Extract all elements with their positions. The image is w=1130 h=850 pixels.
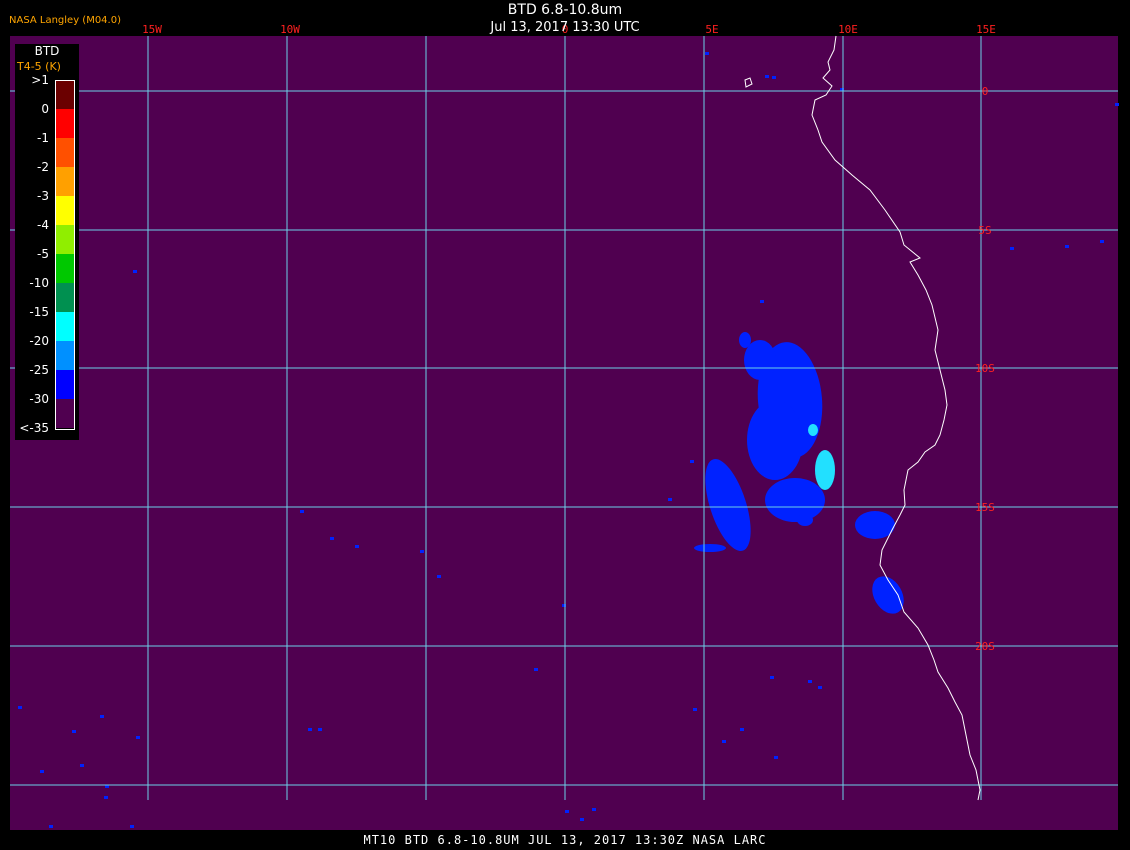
cloud-speck bbox=[80, 764, 84, 767]
legend-label: -5 bbox=[37, 247, 49, 261]
cloud-speck bbox=[740, 728, 744, 731]
legend-label: >1 bbox=[31, 73, 49, 87]
legend-label: -1 bbox=[37, 131, 49, 145]
cloud-speck bbox=[765, 75, 769, 78]
cloud-speck bbox=[437, 575, 441, 578]
cloud-speck bbox=[130, 825, 134, 828]
chart-title: BTD 6.8-10.8um bbox=[507, 2, 623, 18]
legend-label: -10 bbox=[29, 276, 49, 290]
cloud-area bbox=[747, 400, 803, 480]
cloud-speck bbox=[722, 740, 726, 743]
cloud-speck bbox=[355, 545, 359, 548]
legend-label: 0 bbox=[41, 102, 49, 116]
cloud-area bbox=[815, 450, 835, 490]
cloud-area bbox=[739, 332, 751, 348]
cloud-speck bbox=[136, 736, 140, 739]
legend-label: -15 bbox=[29, 305, 49, 319]
cloud-speck bbox=[580, 818, 584, 821]
cloud-speck bbox=[300, 510, 304, 513]
cloud-speck bbox=[40, 770, 44, 773]
legend-label: -20 bbox=[29, 334, 49, 348]
legend-label: -3 bbox=[37, 189, 49, 203]
cloud-speck bbox=[818, 686, 822, 689]
cloud-area bbox=[694, 544, 726, 552]
footer-caption: MT10 BTD 6.8-10.8UM JUL 13, 2017 13:30Z … bbox=[0, 830, 1130, 850]
legend-frame bbox=[55, 80, 75, 430]
cloud-speck bbox=[534, 668, 538, 671]
legend-subtitle: T4-5 (K) bbox=[17, 60, 61, 73]
cloud-speck bbox=[592, 808, 596, 811]
cloud-speck bbox=[308, 728, 312, 731]
cloud-speck bbox=[772, 76, 776, 79]
cloud-speck bbox=[318, 728, 322, 731]
cloud-speck bbox=[72, 730, 76, 733]
cloud-speck bbox=[133, 270, 137, 273]
cloud-speck bbox=[420, 550, 424, 553]
cloud-area bbox=[765, 478, 825, 522]
cloud-speck bbox=[330, 537, 334, 540]
cloud-speck bbox=[1100, 240, 1104, 243]
cloud-speck bbox=[760, 300, 764, 303]
cloud-speck bbox=[1010, 247, 1014, 250]
legend-title: BTD bbox=[34, 44, 60, 58]
legend-label: -25 bbox=[29, 363, 49, 377]
latitude-label: 15S bbox=[975, 501, 995, 514]
latitude-label: 5S bbox=[978, 224, 991, 237]
cloud-area bbox=[808, 424, 818, 436]
legend-label: <-35 bbox=[19, 421, 49, 435]
latitude-label: 0 bbox=[982, 85, 989, 98]
map-background bbox=[10, 36, 1118, 832]
cloud-speck bbox=[18, 706, 22, 709]
brand-label: NASA Langley (M04.0) bbox=[9, 15, 121, 26]
cloud-speck bbox=[1115, 103, 1119, 106]
cloud-area bbox=[855, 511, 895, 539]
latitude-label: 10S bbox=[975, 362, 995, 375]
legend-label: -4 bbox=[37, 218, 49, 232]
legend-label: -2 bbox=[37, 160, 49, 174]
cloud-speck bbox=[100, 715, 104, 718]
cloud-area bbox=[797, 514, 813, 526]
legend-label: -30 bbox=[29, 392, 49, 406]
cloud-speck bbox=[104, 796, 108, 799]
chart-subtitle: Jul 13, 2017 13:30 UTC bbox=[490, 20, 640, 35]
satellite-map: 15W 10W 0 5E 10E 15E 05S10S15S20S bbox=[10, 23, 1119, 832]
cloud-speck bbox=[770, 676, 774, 679]
cloud-speck bbox=[808, 680, 812, 683]
cloud-speck bbox=[668, 498, 672, 501]
cloud-speck bbox=[565, 810, 569, 813]
cloud-speck bbox=[774, 756, 778, 759]
cloud-speck bbox=[693, 708, 697, 711]
latitude-label: 20S bbox=[975, 640, 995, 653]
cloud-speck bbox=[705, 52, 709, 55]
cloud-speck bbox=[1065, 245, 1069, 248]
cloud-speck bbox=[690, 460, 694, 463]
cloud-speck bbox=[49, 825, 53, 828]
color-legend: BTD T4-5 (K) >1 0 -1 -2 -3 -4 -5 -10 -15 -20 -25 -3… bbox=[15, 44, 79, 440]
